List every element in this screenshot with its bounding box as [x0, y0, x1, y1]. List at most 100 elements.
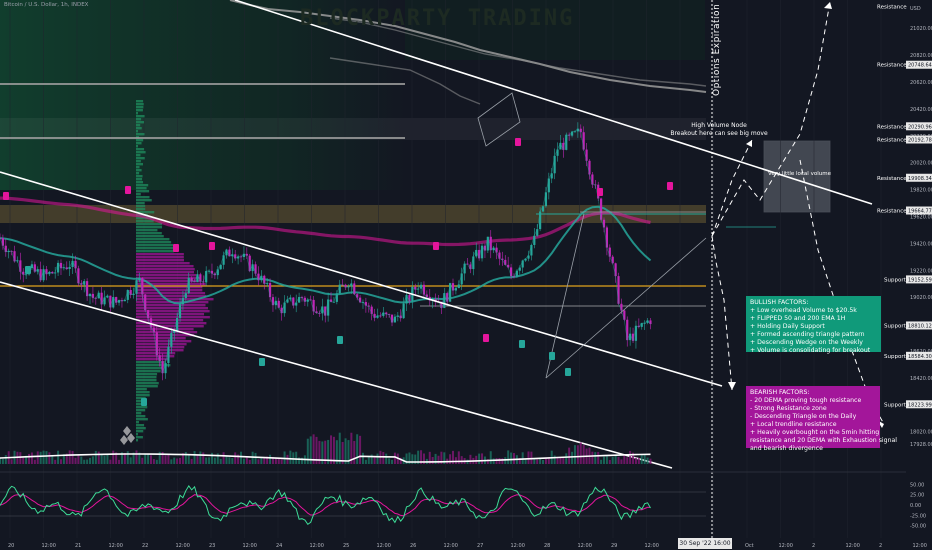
- oscillator-tick-label: 0.00: [910, 503, 921, 509]
- bear-line-1: - 20 DEMA proving tough resistance: [750, 397, 862, 404]
- volume-bar: [643, 454, 646, 464]
- volume-profile-bar: [136, 118, 142, 121]
- volume-bar: [649, 458, 652, 464]
- volume-bar: [170, 459, 173, 464]
- signal-marker: [519, 340, 525, 348]
- volume-bar: [527, 451, 530, 464]
- candle-body: [205, 271, 208, 283]
- volume-bar: [89, 457, 92, 464]
- x-tick-label: 12:00: [578, 543, 592, 549]
- volume-bar: [222, 452, 225, 464]
- volume-profile-bar: [136, 124, 141, 127]
- volume-profile-bar: [136, 190, 150, 193]
- volume-bar: [626, 457, 629, 464]
- volume-bar: [565, 453, 568, 464]
- volume-profile-bar: [136, 307, 208, 310]
- resistance-word: Resistance: [877, 63, 907, 69]
- volume-bar: [617, 456, 620, 464]
- volume-bar: [80, 456, 83, 464]
- volume-profile-bar: [136, 121, 145, 124]
- volume-bar: [33, 459, 36, 464]
- y-tick-label: 17928.00: [910, 442, 932, 448]
- volume-profile-bar: [136, 319, 204, 322]
- volume-bar: [475, 455, 478, 464]
- volume-bar: [571, 451, 574, 464]
- candle-body: [263, 275, 266, 284]
- volume-bar: [126, 451, 129, 464]
- bull-line-4: + Formed ascending triangle pattern: [750, 331, 865, 338]
- bear-line-6: resistance and 20 DEMA with Exhaustion s…: [750, 437, 898, 444]
- volume-bar: [135, 450, 138, 464]
- volume-bar: [542, 459, 545, 464]
- volume-bar: [141, 457, 144, 464]
- volume-profile-bar: [136, 388, 147, 391]
- volume-profile-bar: [136, 418, 148, 421]
- volume-profile-bar: [136, 148, 145, 151]
- x-tick-label: 21: [75, 543, 81, 549]
- candle-body: [13, 251, 16, 262]
- volume-bar: [356, 434, 359, 464]
- volume-bar: [19, 452, 22, 464]
- chart-canvas[interactable]: USD17928.0018020.0018220.0018420.0018620…: [0, 0, 932, 550]
- volume-bar: [231, 458, 234, 464]
- volume-bar: [391, 459, 394, 464]
- axis-currency: USD: [910, 6, 921, 12]
- volume-profile-bar: [136, 109, 143, 112]
- volume-bar: [594, 452, 597, 464]
- hvn-line-1: High Volume Node: [691, 122, 747, 129]
- volume-bar: [94, 450, 97, 464]
- candle-body: [448, 283, 452, 302]
- resistance-tag: 20290.96: [908, 124, 932, 130]
- volume-profile-bar: [136, 196, 150, 199]
- candle-body: [530, 244, 533, 256]
- volume-bar: [28, 453, 31, 464]
- candle-body: [158, 355, 161, 362]
- volume-profile-bar: [136, 127, 142, 130]
- x-tick-label: 2: [879, 543, 882, 549]
- bull-line-0: BULLISH FACTORS:: [750, 299, 809, 306]
- bear-line-7: and bearish divergence: [750, 445, 823, 452]
- volume-profile-bar: [136, 130, 138, 133]
- x-tick-label: 28: [544, 543, 550, 549]
- volume-bar: [74, 457, 77, 464]
- volume-bar: [510, 452, 513, 464]
- volume-profile-bar: [136, 151, 146, 154]
- candle-body: [565, 134, 568, 150]
- volume-bar: [193, 451, 196, 464]
- bear-line-0: BEARISH FACTORS:: [750, 389, 810, 396]
- volume-bar: [152, 459, 155, 464]
- options-expiration-label: Options Expiration: [712, 3, 722, 96]
- x-tick-label: 12:00: [846, 543, 860, 549]
- volume-bar: [553, 455, 556, 464]
- volume-profile-bar: [136, 253, 184, 256]
- volume-profile-bar: [136, 223, 163, 226]
- volume-bar: [611, 456, 614, 464]
- volume-bar: [86, 459, 89, 464]
- volume-profile-bar: [136, 262, 190, 265]
- volume-bars: [0, 432, 652, 464]
- volume-profile-bar: [136, 139, 144, 142]
- volume-bar: [454, 457, 457, 464]
- x-tick-label: 12:00: [377, 543, 391, 549]
- bull-line-1: + Low overhead Volume to $20.5k: [750, 307, 857, 314]
- volume-bar: [608, 459, 611, 464]
- volume-profile-bar: [136, 175, 143, 178]
- signal-marker: [25, 266, 31, 274]
- volume-profile-bar: [136, 379, 157, 382]
- volume-profile-bar: [136, 244, 174, 247]
- volume-profile-bar: [136, 367, 162, 370]
- bearish-factors-box: BEARISH FACTORS: - 20 DEMA proving tough…: [746, 386, 898, 452]
- x-tick-label: 12:00: [176, 543, 190, 549]
- lower-channel-line: [0, 281, 673, 469]
- candle-body: [608, 247, 611, 257]
- volume-bar: [646, 457, 649, 464]
- bear-line-3: - Descending Triangle on the Daily: [750, 413, 857, 420]
- volume-bar: [530, 451, 533, 464]
- candle-body: [155, 332, 158, 356]
- volume-profile-bar: [136, 385, 158, 388]
- candle-body: [353, 283, 356, 295]
- volume-bar: [10, 459, 13, 464]
- volume-profile-bar: [136, 370, 161, 373]
- support-tag: 19152.59: [908, 277, 932, 283]
- hvn-line-2: Breakout here can see big move: [670, 129, 768, 137]
